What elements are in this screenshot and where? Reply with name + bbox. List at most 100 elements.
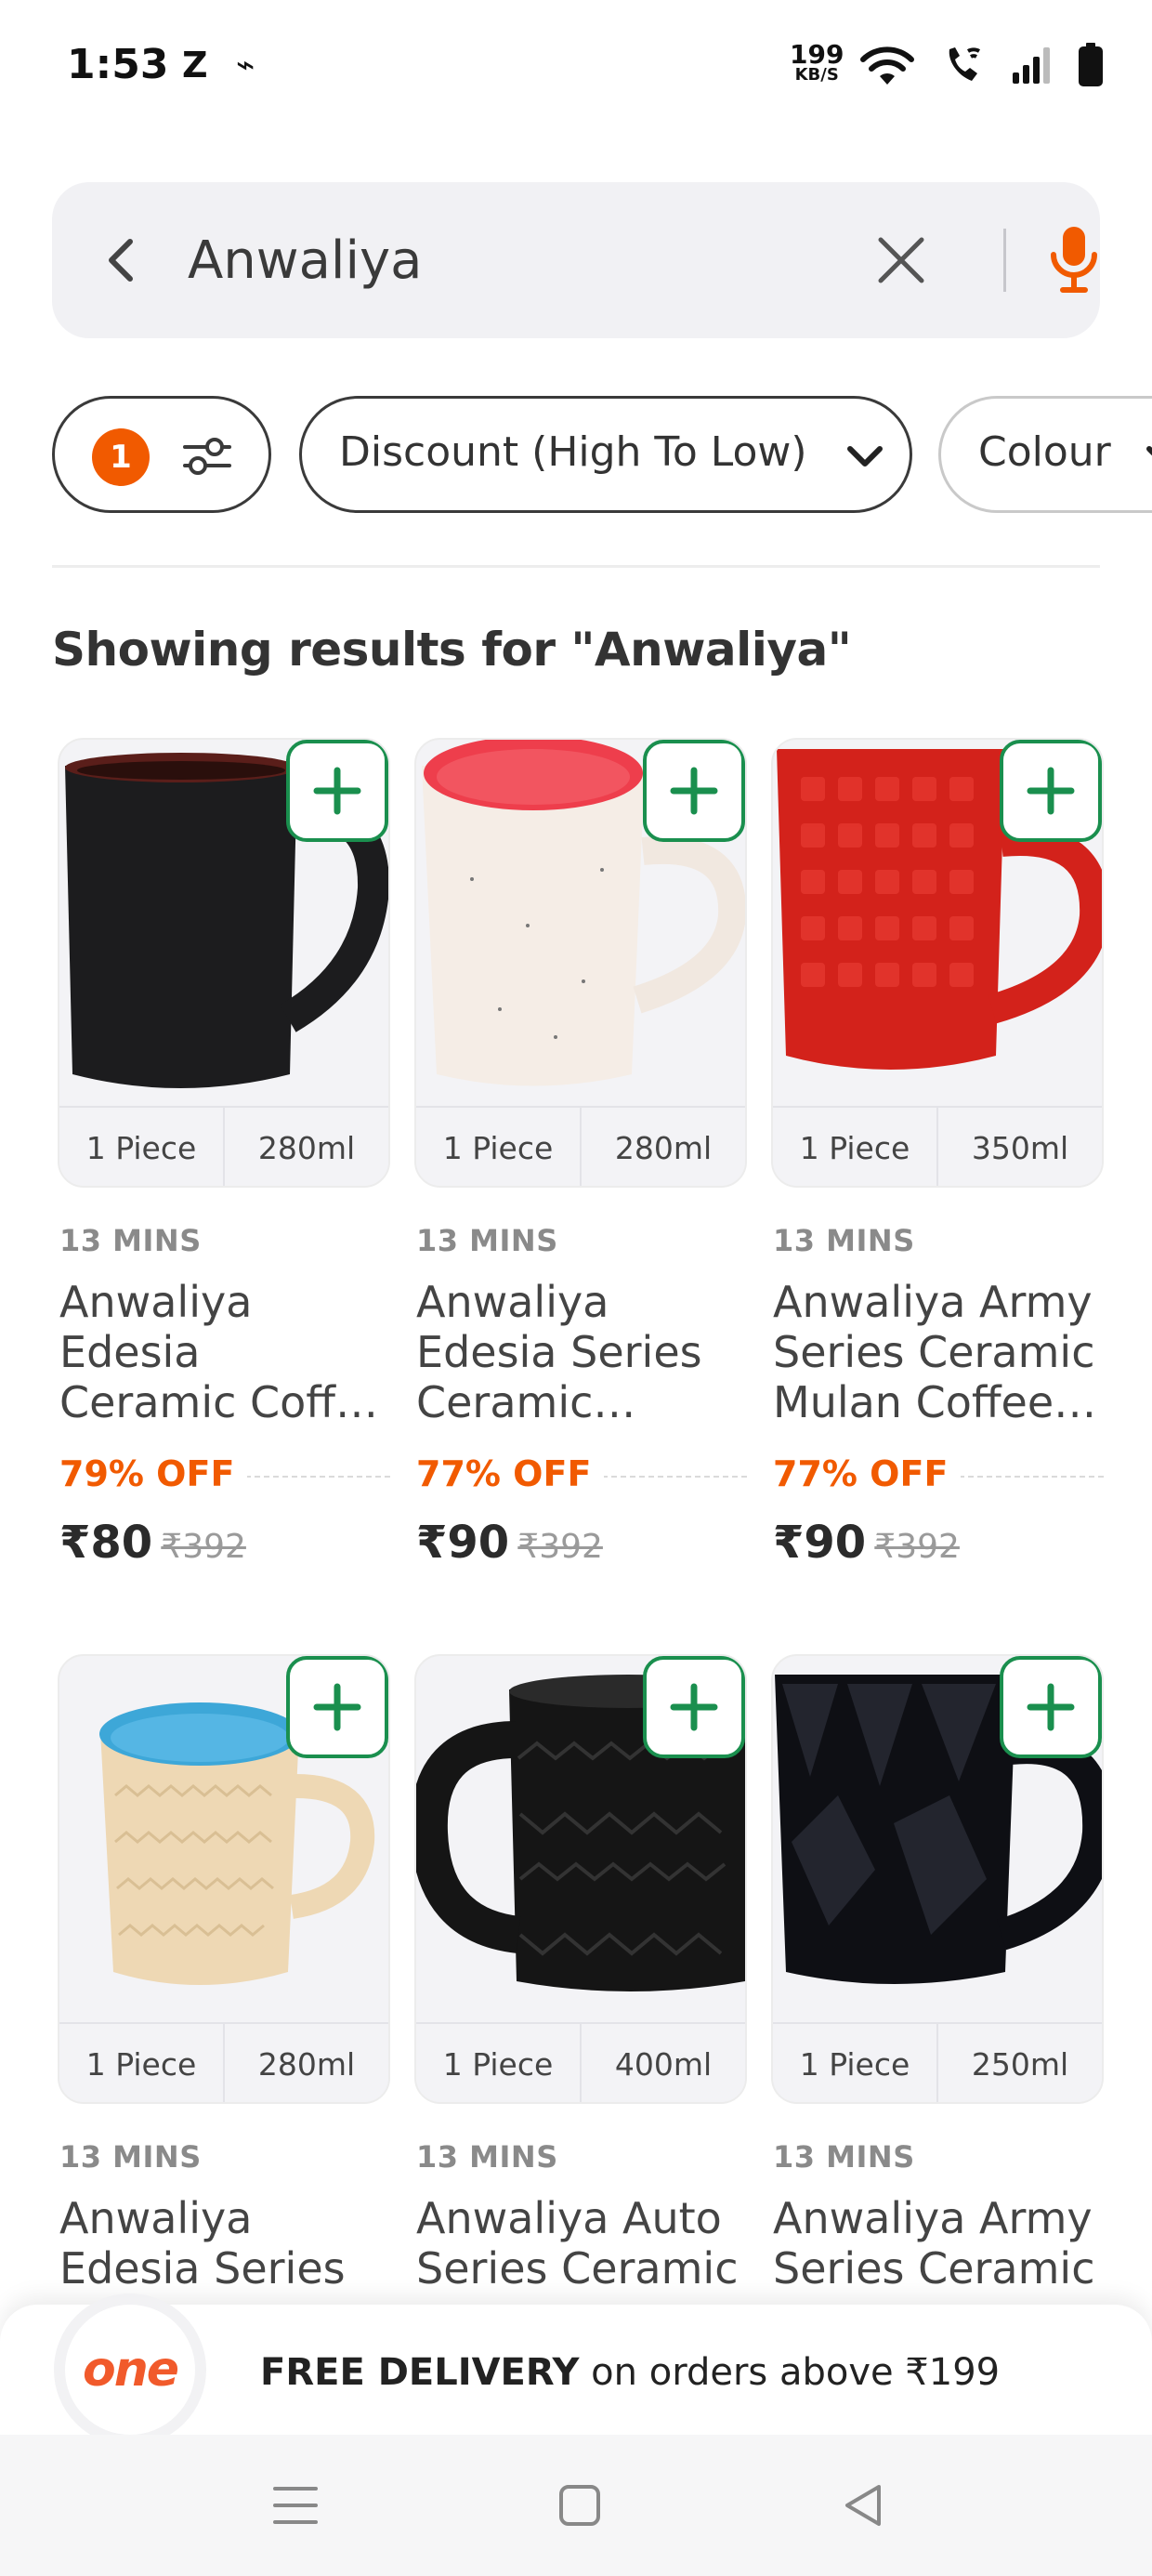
banner-text: FREE DELIVERY on orders above ₹199	[260, 2351, 1000, 2394]
variant-row: 1 Piece 400ml	[416, 2022, 745, 2102]
search-bar	[52, 182, 1100, 338]
status-bar: 1:53 Z ⌁ 199 KB/S	[0, 0, 1152, 139]
close-icon[interactable]	[870, 229, 933, 292]
delivery-time: 13 MINS	[773, 2139, 915, 2175]
variant-size: 280ml	[223, 1108, 388, 1186]
search-divider	[1003, 229, 1006, 292]
microphone-icon[interactable]	[1042, 223, 1106, 297]
price-row: ₹90 ₹392	[416, 1517, 603, 1569]
delivery-time: 13 MINS	[416, 1223, 558, 1258]
delivery-time: 13 MINS	[773, 1223, 915, 1258]
plus-icon	[313, 1683, 361, 1731]
add-to-cart-button[interactable]	[643, 740, 745, 842]
plus-icon	[313, 767, 361, 815]
discount-label: 79% OFF	[59, 1453, 248, 1494]
variant-quantity: 1 Piece	[85, 1129, 197, 1166]
mrp: ₹392	[517, 1528, 603, 1566]
battery-icon	[1079, 43, 1103, 86]
plus-icon	[1027, 1683, 1075, 1731]
plus-icon	[670, 767, 718, 815]
one-logo: one	[54, 2293, 206, 2446]
product-image-box[interactable]: 1 Piece 400ml	[414, 1654, 747, 2104]
system-nav-bar	[0, 2435, 1152, 2576]
speed-value: 199	[790, 39, 844, 70]
banner-rest-text: on orders above ₹199	[579, 2351, 1001, 2394]
variant-size: 350ml	[936, 1108, 1102, 1186]
results-heading: Showing results for "Anwaliya"	[52, 623, 852, 677]
free-delivery-banner[interactable]: one FREE DELIVERY on orders above ₹199	[0, 2293, 1152, 2446]
sliders-icon	[183, 438, 231, 475]
price: ₹80	[59, 1517, 153, 1569]
bolt-icon: ⌁	[236, 46, 255, 84]
product-image-box[interactable]: 1 Piece 250ml	[771, 1654, 1104, 2104]
variant-row: 1 Piece 280ml	[59, 2022, 388, 2102]
variant-size: 280ml	[580, 1108, 745, 1186]
add-to-cart-button[interactable]	[1000, 1656, 1102, 1758]
colour-filter-dropdown[interactable]: Colour	[938, 396, 1152, 513]
add-to-cart-button[interactable]	[1000, 740, 1102, 842]
status-time: 1:53	[67, 41, 169, 88]
divider	[52, 565, 1100, 568]
variant-quantity: 1 Piece	[799, 1129, 910, 1166]
colour-label: Colour	[978, 428, 1111, 476]
plus-icon	[1027, 767, 1075, 815]
sort-label: Discount (High To Low)	[339, 428, 807, 476]
price-row: ₹80 ₹392	[59, 1517, 246, 1569]
variant-quantity: 1 Piece	[85, 2045, 197, 2083]
speed-unit: KB/S	[794, 65, 839, 85]
variant-size: 280ml	[223, 2024, 388, 2102]
product-card[interactable]: 1 Piece 280ml 13 MINS Anwaliya Edesia Se…	[414, 738, 747, 1593]
sort-dropdown[interactable]: Discount (High To Low)	[299, 396, 912, 513]
product-title[interactable]: Anwaliya Edesia Ceramic Coffee Mug (2…	[59, 1277, 390, 1427]
chevron-left-icon[interactable]	[93, 230, 152, 290]
signal-icon	[1013, 47, 1050, 84]
wifi-icon	[860, 46, 914, 85]
product-title[interactable]: Anwaliya Edesia Series Ceramic Guin…	[416, 1277, 747, 1427]
delivery-time: 13 MINS	[59, 2139, 202, 2175]
variant-row: 1 Piece 280ml	[416, 1106, 745, 1186]
discount-row: 77% OFF	[416, 1453, 747, 1500]
home-icon[interactable]	[552, 2477, 608, 2533]
filter-count-badge: 1	[92, 428, 150, 486]
delivery-time: 13 MINS	[416, 2139, 558, 2175]
product-card[interactable]: 1 Piece 400ml 13 MINS Anwaliya Auto Seri…	[414, 1654, 747, 2305]
product-card[interactable]: 1 Piece 280ml 13 MINS Anwaliya Edesia Ce…	[58, 738, 390, 1593]
one-logo-text: one	[82, 2342, 179, 2398]
app-indicator: Z	[182, 45, 208, 85]
price-row: ₹90 ₹392	[773, 1517, 960, 1569]
discount-row: 79% OFF	[59, 1453, 390, 1500]
wifi-calling-icon	[949, 47, 980, 81]
filter-button[interactable]: 1	[52, 396, 271, 513]
variant-quantity: 1 Piece	[442, 2045, 554, 2083]
chevron-down-icon	[1146, 446, 1152, 456]
menu-icon[interactable]	[268, 2477, 323, 2533]
variant-quantity: 1 Piece	[442, 1129, 554, 1166]
add-to-cart-button[interactable]	[286, 1656, 388, 1758]
product-card[interactable]: 1 Piece 350ml 13 MINS Anwaliya Army Seri…	[771, 738, 1104, 1593]
product-card[interactable]: 1 Piece 280ml 13 MINS Anwaliya Edesia Se…	[58, 1654, 390, 2305]
status-icons	[858, 43, 1104, 87]
product-title[interactable]: Anwaliya Army Series Ceramic Mulan Coffe…	[773, 1277, 1104, 1427]
filter-row: 1 Discount (High To Low) Colour	[52, 396, 1152, 513]
product-image-box[interactable]: 1 Piece 280ml	[58, 738, 390, 1188]
product-card[interactable]: 1 Piece 250ml 13 MINS Anwaliya Army Seri…	[771, 1654, 1104, 2305]
mrp: ₹392	[161, 1528, 246, 1566]
variant-row: 1 Piece 350ml	[773, 1106, 1102, 1186]
variant-row: 1 Piece 250ml	[773, 2022, 1102, 2102]
add-to-cart-button[interactable]	[643, 1656, 745, 1758]
discount-label: 77% OFF	[773, 1453, 962, 1494]
add-to-cart-button[interactable]	[286, 740, 388, 842]
price: ₹90	[416, 1517, 510, 1569]
discount-label: 77% OFF	[416, 1453, 605, 1494]
product-image-box[interactable]: 1 Piece 280ml	[414, 738, 747, 1188]
product-image-box[interactable]: 1 Piece 280ml	[58, 1654, 390, 2104]
variant-quantity: 1 Piece	[799, 2045, 910, 2083]
chevron-down-icon	[847, 446, 883, 467]
product-image-box[interactable]: 1 Piece 350ml	[771, 738, 1104, 1188]
mrp: ₹392	[874, 1528, 960, 1566]
variant-size: 250ml	[936, 2024, 1102, 2102]
search-input[interactable]	[188, 223, 857, 297]
back-icon[interactable]	[836, 2477, 892, 2533]
variant-row: 1 Piece 280ml	[59, 1106, 388, 1186]
banner-bold-text: FREE DELIVERY	[260, 2351, 580, 2394]
